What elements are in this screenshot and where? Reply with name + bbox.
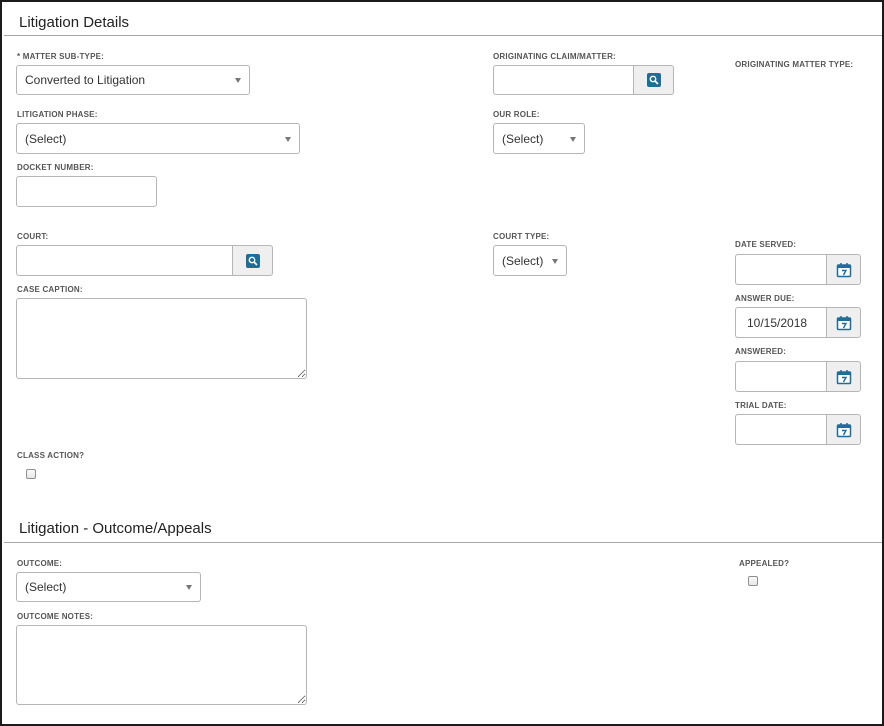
matter-subtype-label: * MATTER SUB-TYPE: [17, 52, 105, 61]
docket-number-input[interactable] [16, 176, 157, 207]
section-divider [4, 542, 882, 543]
originating-claim-search-button[interactable] [633, 65, 674, 95]
litigation-phase-label: LITIGATION PHASE: [17, 110, 98, 119]
litigation-phase-select[interactable]: (Select) [16, 123, 300, 154]
date-served-calendar-button[interactable] [826, 254, 861, 285]
answer-due-calendar-button[interactable] [826, 307, 861, 338]
calendar-icon [836, 369, 851, 384]
search-icon [245, 253, 260, 268]
court-label: COURT: [17, 232, 49, 241]
court-type-label: COURT TYPE: [493, 232, 550, 241]
originating-claim-label: ORIGINATING CLAIM/MATTER: [493, 52, 616, 61]
calendar-icon [836, 262, 851, 277]
trial-date-label: TRIAL DATE: [735, 401, 787, 410]
date-served-label: DATE SERVED: [735, 240, 797, 249]
outcome-label: OUTCOME: [17, 559, 63, 568]
court-type-select[interactable]: (Select) [493, 245, 567, 276]
section-title-outcome-appeals: Litigation - Outcome/Appeals [19, 520, 212, 537]
outcome-value: (Select) [25, 580, 67, 594]
originating-claim-field [493, 65, 674, 95]
case-caption-textarea[interactable] [16, 298, 307, 379]
chevron-down-icon [570, 136, 576, 142]
calendar-icon [836, 422, 851, 437]
our-role-label: OUR ROLE: [493, 110, 540, 119]
class-action-label: CLASS ACTION? [17, 451, 85, 460]
originating-matter-type-label: ORIGINATING MATTER TYPE: [735, 60, 854, 69]
docket-number-label: DOCKET NUMBER: [17, 163, 94, 172]
answered-calendar-button[interactable] [826, 361, 861, 392]
search-icon [646, 73, 661, 87]
section-title-litigation-details: Litigation Details [19, 14, 130, 31]
class-action-checkbox[interactable] [26, 469, 36, 479]
calendar-icon [836, 315, 851, 330]
answered-input[interactable] [735, 361, 826, 392]
court-field [16, 245, 273, 276]
date-served-input[interactable] [735, 254, 826, 285]
date-served-field [735, 254, 861, 285]
chevron-down-icon [235, 78, 241, 83]
answer-due-input[interactable]: 10/15/2018 [735, 307, 826, 338]
chevron-down-icon [552, 258, 558, 264]
originating-claim-input[interactable] [493, 65, 633, 95]
matter-subtype-select[interactable]: Converted to Litigation [16, 65, 250, 95]
trial-date-field [735, 414, 861, 445]
outcome-notes-textarea[interactable] [16, 625, 307, 705]
litigation-phase-value: (Select) [25, 131, 67, 146]
trial-date-input[interactable] [735, 414, 826, 445]
outcome-select[interactable]: (Select) [16, 572, 201, 602]
form-panel: Litigation Details * MATTER SUB-TYPE: Co… [0, 0, 884, 726]
answer-due-label: ANSWER DUE: [735, 294, 795, 303]
chevron-down-icon [186, 585, 192, 590]
court-input[interactable] [16, 245, 232, 276]
appealed-label: APPEALED? [739, 559, 790, 568]
trial-date-calendar-button[interactable] [826, 414, 861, 445]
outcome-notes-label: OUTCOME NOTES: [17, 612, 94, 621]
court-type-value: (Select) [502, 253, 544, 268]
answered-field [735, 361, 861, 392]
answer-due-field: 10/15/2018 [735, 307, 861, 338]
section-divider [4, 35, 882, 36]
our-role-value: (Select) [502, 131, 544, 146]
matter-subtype-value: Converted to Litigation [25, 73, 146, 87]
answered-label: ANSWERED: [735, 347, 787, 356]
court-search-button[interactable] [232, 245, 273, 276]
case-caption-label: CASE CAPTION: [17, 285, 83, 294]
our-role-select[interactable]: (Select) [493, 123, 585, 154]
chevron-down-icon [285, 136, 291, 142]
appealed-checkbox[interactable] [748, 576, 758, 586]
